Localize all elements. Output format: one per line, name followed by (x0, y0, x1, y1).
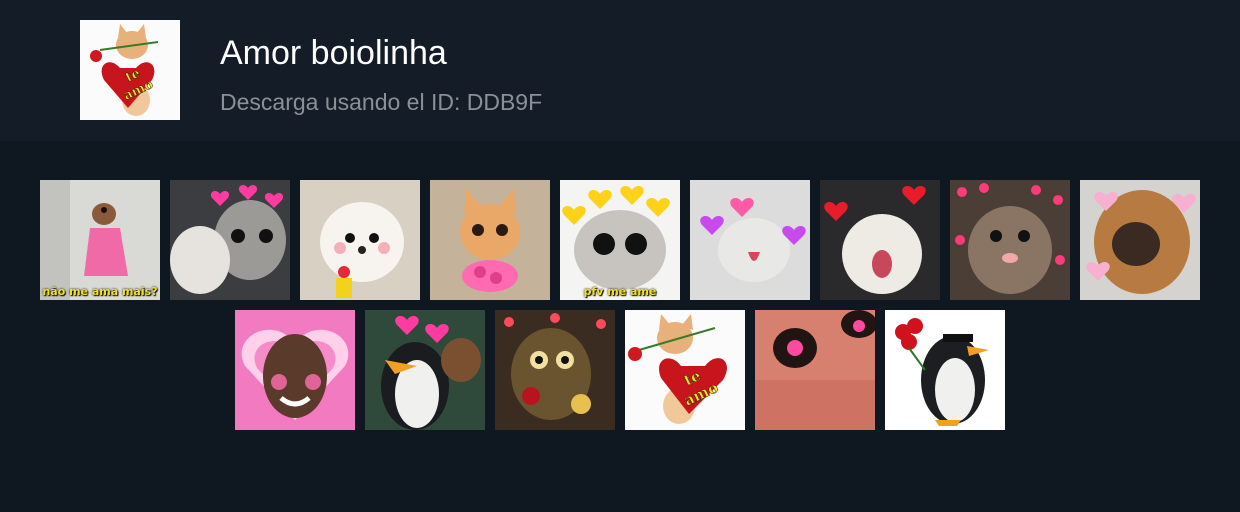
sticker-caption: não me ama mais? (42, 285, 158, 298)
sticker-cat-red-hearts[interactable] (820, 180, 940, 300)
sticker-penguin-roses[interactable] (885, 310, 1005, 430)
sticker-monkey-rose[interactable] (495, 310, 615, 430)
sticker-white-puppy-flower[interactable] (300, 180, 420, 300)
sticker-cat-hearts-paw[interactable] (170, 180, 290, 300)
sticker-caption: pfv me ame (583, 285, 657, 298)
pack-download-id: Descarga usando el ID: DDB9F (220, 89, 543, 115)
sticker-dog-pink-dress[interactable]: não me ama mais? (40, 180, 160, 300)
sticker-kitten-roses[interactable] (430, 180, 550, 300)
sticker-dog-nose-hearts[interactable] (1080, 180, 1200, 300)
pack-header: te amo Amor boiolinha Descarga usando el… (0, 0, 1240, 141)
sticker-cj-pink-hearts[interactable] (235, 310, 355, 430)
pack-icon[interactable]: te amo (80, 20, 180, 120)
sticker-kitten-purple-hearts[interactable] (690, 180, 810, 300)
sticker-penguin-hearts[interactable] (365, 310, 485, 430)
pack-title: Amor boiolinha (220, 34, 447, 72)
sticker-eye-closeup-hearts[interactable] (755, 310, 875, 430)
sticker-hamster-yellow-hearts[interactable]: pfv me ame (560, 180, 680, 300)
sticker-kitten-te-amo[interactable]: te amo (625, 310, 745, 430)
sticker-hamster-hearts[interactable] (950, 180, 1070, 300)
